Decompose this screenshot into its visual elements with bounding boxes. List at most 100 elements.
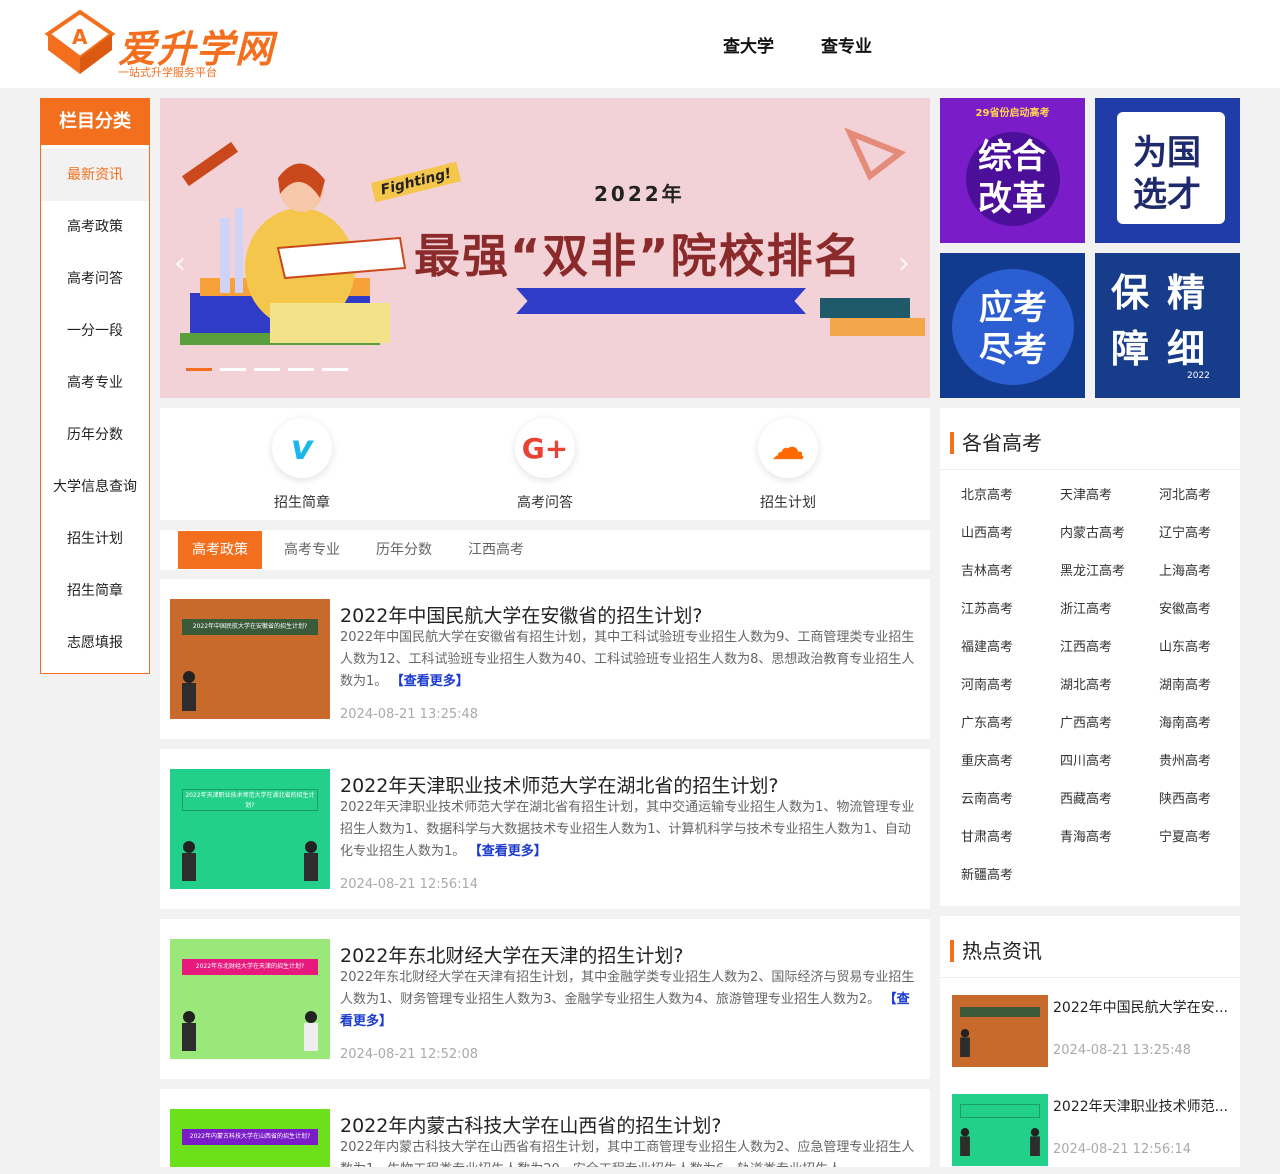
province-link[interactable]: 陕西高考	[1148, 790, 1240, 809]
tab-majors[interactable]: 高考专业	[270, 531, 354, 569]
province-link[interactable]: 天津高考	[1049, 486, 1148, 505]
article-tabs: 高考政策 高考专业 历年分数 江西高考	[160, 530, 930, 570]
hot-news-link[interactable]: 2022年中国民航大学在安...	[1053, 997, 1235, 1017]
read-more-link[interactable]: 【查看更多】	[475, 844, 547, 859]
banner-ribbon	[516, 288, 806, 314]
tab-jiangxi[interactable]: 江西高考	[454, 531, 538, 569]
province-link[interactable]: 江西高考	[1049, 638, 1148, 657]
sidebar-item-enrollment-plan[interactable]: 招生计划	[41, 513, 149, 565]
sidebar-item-exam-policy[interactable]: 高考政策	[41, 201, 149, 253]
province-link[interactable]: 上海高考	[1148, 562, 1240, 581]
promo-tile-reform[interactable]: 29省份启动高考 综合改革	[940, 98, 1085, 243]
article-summary: 2022年中国民航大学在安徽省有招生计划，其中工科试验班专业招生人数为9、工商管…	[340, 630, 915, 689]
sidebar-item-score-rank[interactable]: 一分一段	[41, 305, 149, 357]
province-link[interactable]: 贵州高考	[1148, 752, 1240, 771]
province-link[interactable]: 河北高考	[1148, 486, 1240, 505]
tab-past-scores[interactable]: 历年分数	[362, 531, 446, 569]
quick-link-label: 招生计划	[760, 495, 816, 511]
province-link[interactable]: 宁夏高考	[1148, 828, 1240, 847]
sidebar-item-latest-news[interactable]: 最新资讯	[41, 149, 149, 201]
province-link[interactable]: 浙江高考	[1049, 600, 1148, 619]
article-card[interactable]: 2022年东北财经大学在天津的招生计划? 2022年东北财经大学在天津的招生计划…	[160, 919, 930, 1079]
hot-news-item[interactable]: 2022年中国民航大学在安... 2024-08-21 13:25:48	[952, 995, 1240, 1075]
nav-find-university[interactable]: 查大学	[723, 32, 774, 57]
tab-exam-policy[interactable]: 高考政策	[178, 531, 262, 569]
quick-link-label: 高考问答	[517, 495, 573, 511]
carousel-dot[interactable]	[186, 368, 212, 371]
article-title[interactable]: 2022年天津职业技术师范大学在湖北省的招生计划?	[340, 771, 778, 798]
province-link[interactable]: 安徽高考	[1148, 600, 1240, 619]
hot-news-panel: 热点资讯 2022年中国民航大学在安... 2024-08-21 13:25:4…	[940, 916, 1240, 1167]
province-link[interactable]: 北京高考	[950, 486, 1049, 505]
carousel-prev-icon[interactable]: ‹	[174, 246, 186, 281]
thumbnail-caption: 2022年中国民航大学在安徽省的招生计划?	[182, 619, 318, 635]
sidebar-item-university-info[interactable]: 大学信息查询	[41, 461, 149, 513]
carousel-dot[interactable]	[288, 368, 314, 371]
province-link[interactable]: 重庆高考	[950, 752, 1049, 771]
quick-link-enrollment-guide[interactable]: v 招生简章	[242, 418, 362, 512]
hot-news-link[interactable]: 2022年天津职业技术师范...	[1053, 1096, 1235, 1116]
promo-tile-exam[interactable]: 应考尽考	[940, 253, 1085, 398]
province-link[interactable]: 西藏高考	[1049, 790, 1148, 809]
province-link[interactable]: 内蒙古高考	[1049, 524, 1148, 543]
carousel-dot[interactable]	[220, 368, 246, 371]
province-link[interactable]: 山东高考	[1148, 638, 1240, 657]
province-link[interactable]: 辽宁高考	[1148, 524, 1240, 543]
sidebar-item-majors[interactable]: 高考专业	[41, 357, 149, 409]
hot-news-thumbnail[interactable]	[952, 1094, 1048, 1166]
article-thumbnail[interactable]: 2022年天津职业技术师范大学在湖北省的招生计划?	[170, 769, 330, 889]
hot-news-thumbnail[interactable]	[952, 995, 1048, 1067]
quick-link-enrollment-plan[interactable]: ☁ 招生计划	[728, 418, 848, 512]
province-link[interactable]: 甘肃高考	[950, 828, 1049, 847]
province-link[interactable]: 福建高考	[950, 638, 1049, 657]
province-link[interactable]: 广西高考	[1049, 714, 1148, 733]
province-link[interactable]: 河南高考	[950, 676, 1049, 695]
article-date: 2024-08-21 12:52:08	[340, 1047, 479, 1062]
provinces-list: 北京高考 天津高考 河北高考山西高考 内蒙古高考 辽宁高考吉林高考 黑龙江高考 上海高考江苏…	[950, 486, 1240, 885]
article-title[interactable]: 2022年内蒙古科技大学在山西省的招生计划?	[340, 1111, 721, 1138]
article-thumbnail[interactable]: 2022年内蒙古科技大学在山西省的招生计划?	[170, 1109, 330, 1167]
province-link[interactable]: 青海高考	[1049, 828, 1148, 847]
article-thumbnail[interactable]: 2022年中国民航大学在安徽省的招生计划?	[170, 599, 330, 719]
promo-tile-guarantee[interactable]: 保精障细 2022	[1095, 253, 1240, 398]
province-link[interactable]: 海南高考	[1148, 714, 1240, 733]
sidebar-item-application[interactable]: 志愿填报	[41, 617, 149, 669]
thumbnail-caption: 2022年内蒙古科技大学在山西省的招生计划?	[182, 1129, 318, 1145]
tile-text: 为国选才	[1133, 133, 1201, 215]
tile-subtitle: 29省份启动高考	[975, 108, 1050, 119]
hot-news-item[interactable]: 2022年天津职业技术师范... 2024-08-21 12:56:14	[952, 1094, 1240, 1174]
site-header: A 爱升学网 一站式升学服务平台 查大学 查专业	[0, 0, 1280, 88]
provinces-panel: 各省高考 北京高考 天津高考 河北高考 山西高考 内蒙古高考 辽宁高考 吉林高考 黑龙江高考上…	[940, 408, 1240, 906]
sidebar-item-past-scores[interactable]: 历年分数	[41, 409, 149, 461]
carousel-dot[interactable]	[322, 368, 348, 371]
province-link[interactable]: 新疆高考	[950, 866, 1049, 885]
read-more-link[interactable]: 【查看更多】	[397, 674, 469, 689]
sidebar-item-exam-qa[interactable]: 高考问答	[41, 253, 149, 305]
nav-find-major[interactable]: 查专业	[821, 32, 872, 57]
sidebar-title: 栏目分类	[41, 99, 149, 145]
vimeo-icon: v	[272, 418, 332, 478]
quick-link-exam-qa[interactable]: G+ 高考问答	[485, 418, 605, 512]
promo-tile-talent[interactable]: 为国选才	[1095, 98, 1240, 243]
hero-carousel[interactable]: Fighting! 2022年 最强“双非”院校排名 ‹ ›	[160, 98, 930, 398]
sidebar-item-enrollment-guide[interactable]: 招生简章	[41, 565, 149, 617]
article-card[interactable]: 2022年天津职业技术师范大学在湖北省的招生计划? 2022年天津职业技术师范大…	[160, 749, 930, 909]
province-link[interactable]: 湖南高考	[1148, 676, 1240, 695]
article-card[interactable]: 2022年内蒙古科技大学在山西省的招生计划? 2022年内蒙古科技大学在山西省的…	[160, 1089, 930, 1167]
province-link[interactable]: 广东高考	[950, 714, 1049, 733]
province-link[interactable]: 山西高考	[950, 524, 1049, 543]
province-link[interactable]: 四川高考	[1049, 752, 1148, 771]
province-link[interactable]: 吉林高考	[950, 562, 1049, 581]
carousel-dot[interactable]	[254, 368, 280, 371]
site-logo[interactable]: A 爱升学网 一站式升学服务平台	[44, 8, 314, 80]
article-thumbnail[interactable]: 2022年东北财经大学在天津的招生计划?	[170, 939, 330, 1059]
province-link[interactable]: 湖北高考	[1049, 676, 1148, 695]
carousel-next-icon[interactable]: ›	[898, 246, 910, 281]
article-title[interactable]: 2022年中国民航大学在安徽省的招生计划?	[340, 601, 702, 628]
article-card[interactable]: 2022年中国民航大学在安徽省的招生计划? 2022年中国民航大学在安徽省的招生…	[160, 579, 930, 739]
province-link[interactable]: 江苏高考	[950, 600, 1049, 619]
article-date: 2024-08-21 12:56:14	[340, 877, 479, 892]
province-link[interactable]: 黑龙江高考	[1049, 562, 1148, 581]
article-title[interactable]: 2022年东北财经大学在天津的招生计划?	[340, 941, 683, 968]
province-link[interactable]: 云南高考	[950, 790, 1049, 809]
